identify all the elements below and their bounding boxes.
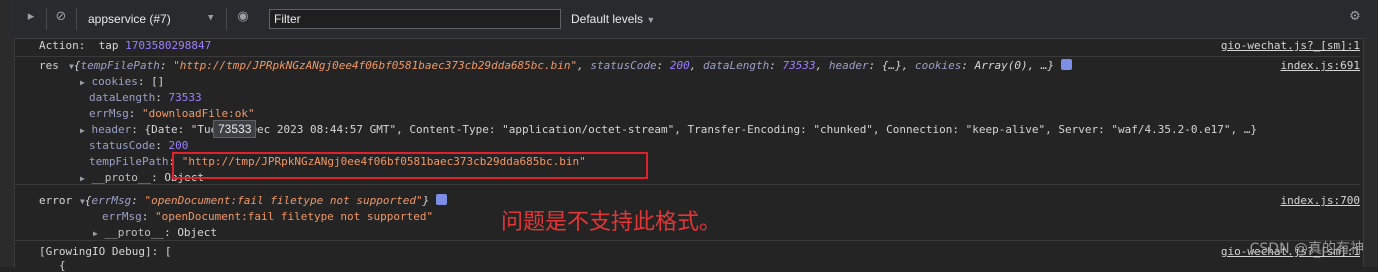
log-row-growing: [GrowingIO Debug]: [ { gio-wechat.js?_[s… bbox=[14, 241, 1360, 272]
info-badge-icon[interactable] bbox=[1060, 59, 1072, 70]
prop-header[interactable]: ▶ header: {Date: "Tue, 26 Dec 2023 08:44… bbox=[80, 123, 1257, 136]
prop-errmsg: errMsg: "openDocument:fail filetype not … bbox=[102, 210, 434, 223]
log-label: error bbox=[39, 194, 73, 207]
toolbar-divider bbox=[226, 8, 227, 30]
prop-statuscode: statusCode: 200 bbox=[89, 139, 189, 152]
watermark: CSDN @真的有神 bbox=[1249, 241, 1364, 257]
prop-cookies[interactable]: ▶ cookies: [] bbox=[80, 75, 164, 88]
scrollbar[interactable] bbox=[1363, 38, 1378, 267]
info-badge-icon[interactable] bbox=[435, 194, 447, 205]
chevron-down-icon: ▼ bbox=[646, 15, 656, 25]
annotation-text: 问题是不支持此格式。 bbox=[501, 210, 722, 235]
eye-icon[interactable]: ◉ bbox=[236, 10, 250, 24]
chevron-down-icon[interactable]: ▼ bbox=[208, 13, 213, 23]
log-continuation: { bbox=[59, 259, 66, 272]
context-select[interactable]: appservice (#7) bbox=[88, 12, 171, 26]
context-label: appservice (#7) bbox=[88, 12, 171, 26]
console-toolbar: ▸ ⊘ appservice (#7) ▼ ◉ Default levels ▼… bbox=[14, 0, 1378, 39]
toolbar-divider bbox=[76, 8, 77, 30]
source-link[interactable]: gio-wechat.js?_[sm]:1 bbox=[1221, 39, 1360, 52]
log-levels-select[interactable]: Default levels ▼ bbox=[571, 12, 655, 26]
log-levels-label: Default levels bbox=[571, 12, 644, 26]
log-message: Action: tap 1703580298847 bbox=[39, 39, 212, 52]
object-summary[interactable]: ▼{tempFilePath: "http://tmp/JPRpkNGzANgj… bbox=[69, 59, 1072, 72]
log-row-action: Action: tap 1703580298847 gio-wechat.js?… bbox=[14, 38, 1360, 57]
source-link[interactable]: index.js:700 bbox=[1281, 194, 1360, 207]
log-label: res bbox=[39, 59, 59, 72]
object-summary[interactable]: ▼{errMsg: "openDocument:fail filetype no… bbox=[80, 194, 447, 207]
gear-icon[interactable]: ⚙ bbox=[1348, 10, 1362, 24]
highlight-box bbox=[172, 152, 648, 179]
log-message: [GrowingIO Debug]: [ bbox=[39, 245, 172, 258]
clear-console-icon[interactable]: ⊘ bbox=[54, 10, 68, 24]
value-tooltip: 73533 bbox=[213, 120, 257, 138]
prop-proto[interactable]: ▶ __proto__: Object bbox=[93, 226, 217, 239]
left-gutter bbox=[0, 0, 15, 267]
filter-input-box[interactable] bbox=[269, 9, 561, 29]
sidebar-toggle-icon[interactable]: ▸ bbox=[24, 10, 38, 24]
prop-datalength: dataLength: 73533 bbox=[89, 91, 202, 104]
source-link[interactable]: index.js:691 bbox=[1281, 59, 1360, 72]
prop-errmsg: errMsg: "downloadFile:ok" bbox=[89, 107, 255, 120]
filter-input[interactable] bbox=[270, 10, 558, 28]
toolbar-divider bbox=[46, 8, 47, 30]
